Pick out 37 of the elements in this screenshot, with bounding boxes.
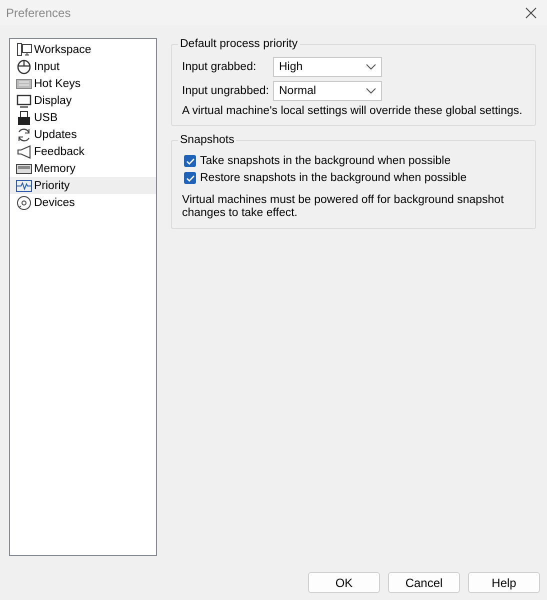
sidebar-item[interactable]: Memory bbox=[10, 160, 156, 177]
category-icon bbox=[16, 178, 32, 194]
checkbox[interactable] bbox=[184, 172, 196, 184]
sidebar-item[interactable]: Workspace bbox=[10, 41, 156, 58]
sidebar-item[interactable]: Devices bbox=[10, 194, 156, 211]
sidebar-item[interactable]: Input bbox=[10, 58, 156, 75]
dialog-button[interactable]: Help bbox=[468, 572, 540, 593]
category-icon bbox=[16, 42, 32, 58]
group-title: Default process priority bbox=[179, 38, 299, 50]
sidebar-item[interactable]: Updates bbox=[10, 126, 156, 143]
dialog-button[interactable]: Cancel bbox=[388, 572, 460, 593]
sidebar-item[interactable]: Display bbox=[10, 92, 156, 109]
checkbox-label[interactable]: Take snapshots in the background when possible bbox=[200, 155, 451, 167]
sidebar-item[interactable]: Hot Keys bbox=[10, 75, 156, 92]
dropdown[interactable]: Normal bbox=[273, 81, 382, 101]
checkbox-label[interactable]: Restore snapshots in the background when possible bbox=[200, 172, 467, 184]
category-icon bbox=[16, 92, 32, 108]
note-text: Virtual machines must be powered off for background snapshot changes to take effect. bbox=[182, 194, 505, 220]
category-icon bbox=[16, 144, 32, 160]
group-title: Snapshots bbox=[179, 134, 236, 146]
dialog-button[interactable]: OK bbox=[308, 572, 380, 593]
sidebar-item[interactable]: Feedback bbox=[10, 143, 156, 160]
category-icon bbox=[16, 110, 32, 126]
field-label: Input grabbed: bbox=[182, 61, 258, 73]
close-icon[interactable] bbox=[525, 6, 537, 18]
sidebar-item[interactable]: Priority bbox=[10, 177, 156, 194]
category-icon bbox=[16, 126, 32, 142]
dropdown[interactable]: High bbox=[273, 57, 382, 77]
note-text: A virtual machine's local settings will override these global settings. bbox=[182, 105, 524, 117]
category-icon bbox=[16, 58, 32, 74]
window-title: Preferences bbox=[6, 6, 71, 20]
field-label: Input ungrabbed: bbox=[182, 85, 270, 97]
category-icon bbox=[16, 194, 32, 210]
chevron-icon bbox=[366, 64, 376, 70]
chevron-icon bbox=[366, 88, 376, 94]
sidebar-item[interactable]: USB bbox=[10, 109, 156, 126]
checkbox[interactable] bbox=[184, 155, 196, 167]
